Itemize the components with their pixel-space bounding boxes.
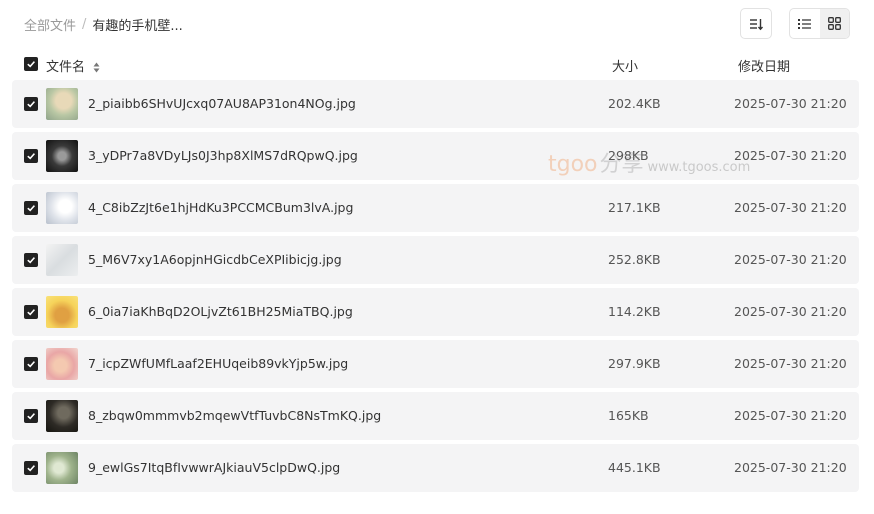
file-row[interactable]: 2_piaibb6SHvUJcxq07AU8AP31on4NOg.jpg 202… [12,80,859,128]
file-checkbox[interactable] [24,97,38,111]
file-name[interactable]: 4_C8ibZzJt6e1hjHdKu3PCCMCBum3lvA.jpg [88,200,353,215]
file-checkbox[interactable] [24,409,38,423]
file-thumbnail[interactable] [46,140,78,172]
file-name[interactable]: 5_M6V7xy1A6opjnHGicdbCeXPIibicjg.jpg [88,252,342,267]
checkmark-icon [27,61,36,68]
file-row[interactable]: 3_yDPr7a8VDyLJs0J3hp8XlMS7dRQpwQ.jpg 298… [12,132,859,180]
file-thumbnail[interactable] [46,192,78,224]
checkmark-icon [27,153,36,160]
file-thumbnail[interactable] [46,452,78,484]
checkmark-icon [27,465,36,472]
file-modified-date: 2025-07-30 21:20 [734,460,847,475]
file-checkbox[interactable] [24,461,38,475]
breadcrumb-current-folder: 有趣的手机壁... [92,19,183,34]
file-name[interactable]: 7_icpZWfUMfLaaf2EHUqeib89vkYjp5w.jpg [88,356,348,371]
file-name[interactable]: 9_ewlGs7ItqBfIvwwrAJkiauV5clpDwQ.jpg [88,460,340,475]
file-name[interactable]: 6_0ia7iaKhBqD2OLjvZt61BH25MiaTBQ.jpg [88,304,353,319]
checkmark-icon [27,205,36,212]
select-all-checkbox[interactable] [24,57,38,71]
file-size: 297.9KB [608,356,661,371]
file-modified-date: 2025-07-30 21:20 [734,408,847,423]
table-header: 文件名 大小 修改日期 [0,48,874,80]
file-modified-date: 2025-07-30 21:20 [734,148,847,163]
file-row[interactable]: 8_zbqw0mmmvb2mqewVtfTuvbC8NsTmKQ.jpg 165… [12,392,859,440]
file-thumbnail[interactable] [46,296,78,328]
file-checkbox[interactable] [24,201,38,215]
file-size: 165KB [608,408,649,423]
file-row[interactable]: 7_icpZWfUMfLaaf2EHUqeib89vkYjp5w.jpg 297… [12,340,859,388]
grid-view-button[interactable] [819,9,849,38]
file-size: 252.8KB [608,252,661,267]
sort-button[interactable] [740,8,772,39]
file-checkbox[interactable] [24,357,38,371]
grid-view-icon [827,17,841,30]
file-name[interactable]: 3_yDPr7a8VDyLJs0J3hp8XlMS7dRQpwQ.jpg [88,148,358,163]
file-modified-date: 2025-07-30 21:20 [734,356,847,371]
checkmark-icon [27,361,36,368]
file-size: 217.1KB [608,200,661,215]
list-view-button[interactable] [790,9,820,38]
column-header-size[interactable]: 大小 [612,56,638,75]
column-header-name[interactable]: 文件名 [46,56,100,75]
breadcrumb-separator: / [82,17,87,32]
file-size: 298KB [608,148,649,163]
file-modified-date: 2025-07-30 21:20 [734,96,847,111]
file-thumbnail[interactable] [46,348,78,380]
file-checkbox[interactable] [24,253,38,267]
file-modified-date: 2025-07-30 21:20 [734,304,847,319]
sort-caret-icon [93,62,100,73]
file-row[interactable]: 9_ewlGs7ItqBfIvwwrAJkiauV5clpDwQ.jpg 445… [12,444,859,492]
list-view-icon [798,18,812,29]
file-row[interactable]: 6_0ia7iaKhBqD2OLjvZt61BH25MiaTBQ.jpg 114… [12,288,859,336]
view-mode-toggle [789,8,850,39]
file-modified-date: 2025-07-30 21:20 [734,252,847,267]
checkmark-icon [27,257,36,264]
file-modified-date: 2025-07-30 21:20 [734,200,847,215]
file-checkbox[interactable] [24,305,38,319]
file-size: 445.1KB [608,460,661,475]
breadcrumb: 全部文件 / 有趣的手机壁... [24,15,183,34]
file-thumbnail[interactable] [46,88,78,120]
file-row[interactable]: 5_M6V7xy1A6opjnHGicdbCeXPIibicjg.jpg 252… [12,236,859,284]
file-checkbox[interactable] [24,149,38,163]
file-size: 114.2KB [608,304,661,319]
checkmark-icon [27,101,36,108]
top-bar: 全部文件 / 有趣的手机壁... [0,0,874,48]
breadcrumb-root-link[interactable]: 全部文件 [24,15,76,34]
file-name[interactable]: 8_zbqw0mmmvb2mqewVtfTuvbC8NsTmKQ.jpg [88,408,381,423]
file-thumbnail[interactable] [46,244,78,276]
file-size: 202.4KB [608,96,661,111]
column-header-date[interactable]: 修改日期 [738,56,790,75]
checkmark-icon [27,309,36,316]
file-name[interactable]: 2_piaibb6SHvUJcxq07AU8AP31on4NOg.jpg [88,96,356,111]
sort-icon [750,18,763,30]
checkmark-icon [27,413,36,420]
column-header-name-label: 文件名 [46,60,86,75]
file-thumbnail[interactable] [46,400,78,432]
file-row[interactable]: 4_C8ibZzJt6e1hjHdKu3PCCMCBum3lvA.jpg 217… [12,184,859,232]
